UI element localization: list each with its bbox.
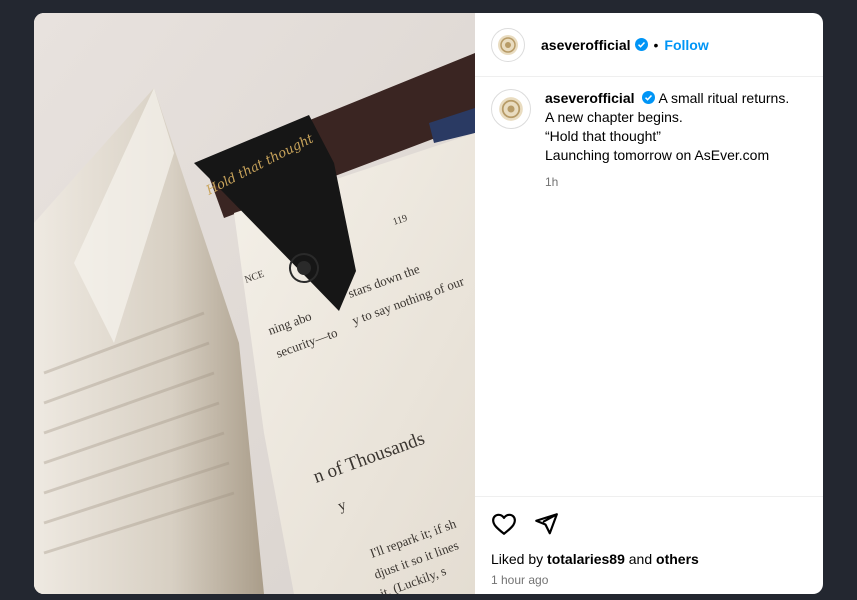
header-username[interactable]: aseverofficial	[541, 37, 631, 53]
post-sidebar: aseverofficial • Follow aseverofficial A…	[475, 13, 823, 594]
post-image-art: 119 stars down the ning abo y to say not…	[34, 13, 475, 594]
brand-logo-icon	[499, 97, 523, 121]
caption-text-2: A new chapter begins.	[545, 109, 683, 125]
paper-plane-icon[interactable]	[533, 511, 559, 537]
liked-prefix: Liked by	[491, 551, 544, 567]
verified-badge-icon	[634, 38, 648, 51]
post-timestamp[interactable]: 1 hour ago	[491, 573, 807, 587]
separator-dot: •	[653, 36, 659, 53]
caption-avatar[interactable]	[491, 89, 531, 129]
liked-and: and	[628, 551, 653, 567]
caption: aseverofficial A small ritual returns. A…	[491, 89, 807, 192]
liked-others[interactable]: others	[656, 551, 699, 567]
liked-user[interactable]: totalaries89	[547, 551, 625, 567]
caption-body: aseverofficial A small ritual returns. A…	[545, 89, 789, 192]
follow-button[interactable]: Follow	[664, 37, 708, 53]
avatar[interactable]	[491, 27, 525, 62]
comments-section: aseverofficial A small ritual returns. A…	[475, 77, 823, 496]
post-image[interactable]: 119 stars down the ning abo y to say not…	[34, 13, 475, 594]
caption-line: aseverofficial A small ritual returns.	[545, 89, 789, 108]
heart-icon[interactable]	[491, 511, 517, 537]
caption-text-4: Launching tomorrow on AsEver.com	[545, 147, 770, 163]
likes-summary: Liked by totalaries89 and others	[491, 551, 807, 567]
action-bar	[491, 511, 807, 537]
post-header: aseverofficial • Follow	[475, 13, 823, 77]
post-modal: 119 stars down the ning abo y to say not…	[34, 13, 823, 594]
caption-username[interactable]: aseverofficial	[545, 90, 635, 106]
brand-logo-icon	[498, 34, 518, 55]
caption-age[interactable]: 1h	[545, 173, 789, 192]
caption-text-3: “Hold that thought”	[545, 128, 661, 144]
verified-badge-icon	[642, 91, 656, 104]
post-footer: Liked by totalaries89 and others 1 hour …	[475, 496, 823, 594]
caption-text-1: A small ritual returns.	[658, 90, 790, 106]
